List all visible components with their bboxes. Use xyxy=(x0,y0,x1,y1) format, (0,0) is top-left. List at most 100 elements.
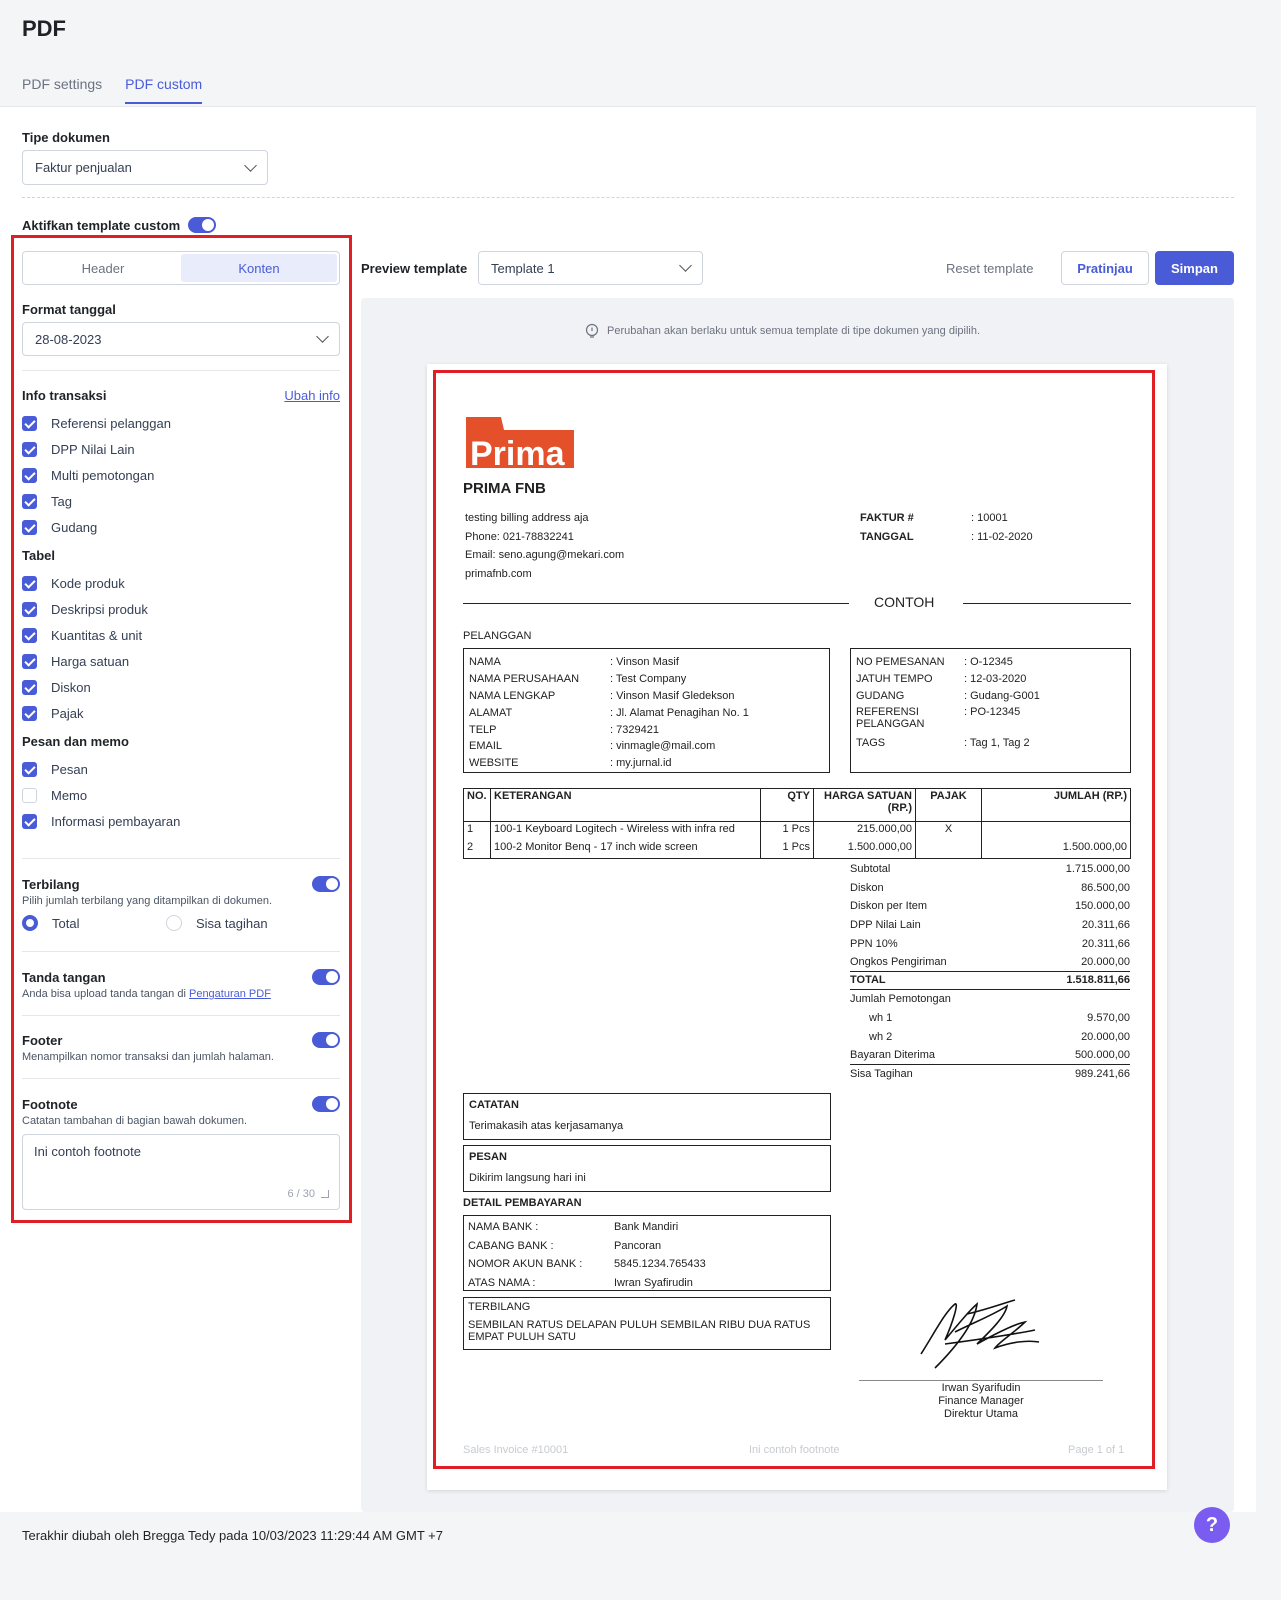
checkbox[interactable] xyxy=(22,519,37,535)
custom-template-row: Aktifkan template custom xyxy=(22,217,217,233)
divider xyxy=(22,1015,340,1016)
checkbox[interactable] xyxy=(22,679,37,695)
checkbox-kuantitas-unit[interactable]: Kuantitas & unit xyxy=(22,622,340,648)
invoice-meta-values: : 10001 : 11-02-2020 xyxy=(971,509,1033,546)
help-icon: ? xyxy=(1205,1513,1219,1536)
pesan-title: PESAN xyxy=(469,1151,507,1163)
contoh-line-left xyxy=(463,603,849,604)
checkbox[interactable] xyxy=(22,601,37,617)
total-row: Diskon 86.500,00 xyxy=(850,879,1130,898)
total-row: Ongkos Pengiriman 20.000,00 xyxy=(850,953,1130,972)
segment-header[interactable]: Header xyxy=(25,254,181,282)
custom-template-label: Aktifkan template custom xyxy=(22,217,181,233)
checkbox-deskripsi-produk[interactable]: Deskripsi produk xyxy=(22,596,340,622)
order-key: NO PEMESANAN xyxy=(856,656,945,669)
checkbox[interactable] xyxy=(22,787,37,803)
format-tanggal-select[interactable]: 28-08-2023 xyxy=(22,322,340,356)
checkbox[interactable] xyxy=(22,415,37,431)
checkbox[interactable] xyxy=(22,493,37,509)
checkbox[interactable] xyxy=(22,627,37,643)
cell-keterangan: 100-1 Keyboard Logitech - Wireless with … xyxy=(490,821,761,840)
checkbox[interactable] xyxy=(22,467,37,483)
totals-block: Subtotal 1.715.000,00 Diskon 86.500,00 Dis… xyxy=(850,860,1130,1083)
checkbox-memo[interactable]: Memo xyxy=(22,782,340,808)
pengaturan-pdf-link[interactable]: Pengaturan PDF xyxy=(189,988,271,1000)
checkbox-informasi-pembayaran[interactable]: Informasi pembayaran xyxy=(22,808,340,834)
doc-type-value: Faktur penjualan xyxy=(35,160,132,175)
pesan-box: PESAN Dikirim langsung hari ini xyxy=(463,1145,831,1192)
last-modified: Terakhir diubah oleh Bregga Tedy pada 10… xyxy=(22,1528,443,1543)
customer-value: : 7329421 xyxy=(610,723,659,736)
checkbox[interactable] xyxy=(22,813,37,829)
checkbox-dpp-nilai-lain[interactable]: DPP Nilai Lain xyxy=(22,436,340,462)
wh-key: wh 1 xyxy=(869,1012,893,1025)
footnote-textarea[interactable]: Ini contoh footnote 6 / 30 xyxy=(22,1134,340,1210)
sisa-value: 989.241,66 xyxy=(1074,1067,1130,1080)
help-button[interactable]: ? xyxy=(1194,1507,1230,1543)
checkbox-gudang[interactable]: Gudang xyxy=(22,514,340,540)
checkbox[interactable] xyxy=(22,441,37,457)
tanda-tangan-toggle[interactable] xyxy=(312,969,340,985)
grand-total-key: TOTAL xyxy=(850,974,886,987)
tab-pdf-settings[interactable]: PDF settings xyxy=(22,76,102,104)
custom-template-toggle[interactable] xyxy=(188,217,217,233)
bank-box: NAMA BANK : Bank Mandiri CABANG BANK : Pan… xyxy=(463,1215,831,1291)
checkbox-pajak[interactable]: Pajak xyxy=(22,700,340,726)
checkbox[interactable] xyxy=(22,653,37,669)
cell-qty: 1 Pcs xyxy=(760,821,814,840)
checkbox[interactable] xyxy=(22,705,37,721)
tanda-tangan-desc: Anda bisa upload tanda tangan di xyxy=(22,988,186,1000)
resize-handle-icon[interactable] xyxy=(321,1190,329,1198)
cell-no: 2 xyxy=(463,839,491,859)
checkbox-referensi-pelanggan[interactable]: Referensi pelanggan xyxy=(22,410,340,436)
checkbox-label: Gudang xyxy=(51,519,98,535)
grand-total-value: 1.518.811,66 xyxy=(1066,974,1130,987)
checkbox-harga-satuan[interactable]: Harga satuan xyxy=(22,648,340,674)
bank-key: ATAS NAMA : xyxy=(468,1277,536,1290)
checkbox[interactable] xyxy=(22,575,37,591)
footer-toggle[interactable] xyxy=(312,1032,340,1048)
grand-total-row: TOTAL 1.518.811,66 xyxy=(850,972,1130,991)
bank-row: CABANG BANK : Pancoran xyxy=(468,1237,826,1256)
footnote-toggle[interactable] xyxy=(312,1096,340,1112)
bayaran-value: 500.000,00 xyxy=(1074,1048,1130,1061)
table-header: NO. KETERANGAN QTY HARGA SATUAN (RP.) PA… xyxy=(463,788,1131,822)
order-value: : Tag 1, Tag 2 xyxy=(964,736,1030,749)
total-key: Diskon per Item xyxy=(850,900,928,913)
tab-pdf-custom[interactable]: PDF custom xyxy=(125,76,203,104)
simpan-button[interactable]: Simpan xyxy=(1155,251,1234,285)
checkbox[interactable] xyxy=(22,761,37,777)
radio-total[interactable] xyxy=(22,915,38,931)
company-address: testing billing address aja Phone: 021-7… xyxy=(465,509,624,583)
terbilang-section: Terbilang Pilih jumlah terbilang yang di… xyxy=(22,876,340,931)
checkbox-pesan[interactable]: Pesan xyxy=(22,756,340,782)
tanda-tangan-title: Tanda tangan xyxy=(22,969,106,985)
radio-sisa-tagihan[interactable] xyxy=(166,915,182,931)
checkbox-kode-produk[interactable]: Kode produk xyxy=(22,570,340,596)
cell-jumlah xyxy=(981,821,1131,840)
checkbox-multi-pemotongan[interactable]: Multi pemotongan xyxy=(22,462,340,488)
total-row: Subtotal 1.715.000,00 xyxy=(850,860,1130,879)
checkbox-label: Referensi pelanggan xyxy=(51,415,171,431)
segment-konten[interactable]: Konten xyxy=(181,254,337,282)
wh-value: 9.570,00 xyxy=(1087,1012,1130,1025)
terbilang-toggle[interactable] xyxy=(312,876,340,892)
bank-row: NAMA BANK : Bank Mandiri xyxy=(468,1218,826,1237)
terbilang-desc: Pilih jumlah terbilang yang ditampilkan … xyxy=(22,895,273,907)
footer-title: Footer xyxy=(22,1032,63,1048)
template-select[interactable]: Template 1 xyxy=(478,251,703,285)
bank-key: CABANG BANK : xyxy=(468,1239,554,1252)
checkbox-diskon[interactable]: Diskon xyxy=(22,674,340,700)
pesan-memo-title: Pesan dan memo xyxy=(22,733,129,749)
customer-value: : my.jurnal.id xyxy=(610,757,672,770)
reset-template-button[interactable]: Reset template xyxy=(946,261,1033,276)
total-key: DPP Nilai Lain xyxy=(850,919,921,932)
ubah-info-link[interactable]: Ubah info xyxy=(284,388,340,403)
footer-desc: Menampilkan nomor transaksi dan jumlah h… xyxy=(22,1051,274,1063)
checkbox-tag[interactable]: Tag xyxy=(22,488,340,514)
customer-box: NAMA: Vinson Masif NAMA PERUSAHAAN: Test… xyxy=(463,648,830,773)
pratinjau-button[interactable]: Pratinjau xyxy=(1061,251,1149,285)
cell-harga: 1.500.000,00 xyxy=(813,839,916,859)
doc-type-select[interactable]: Faktur penjualan xyxy=(22,150,268,185)
cell-jumlah: 1.500.000,00 xyxy=(981,839,1131,859)
